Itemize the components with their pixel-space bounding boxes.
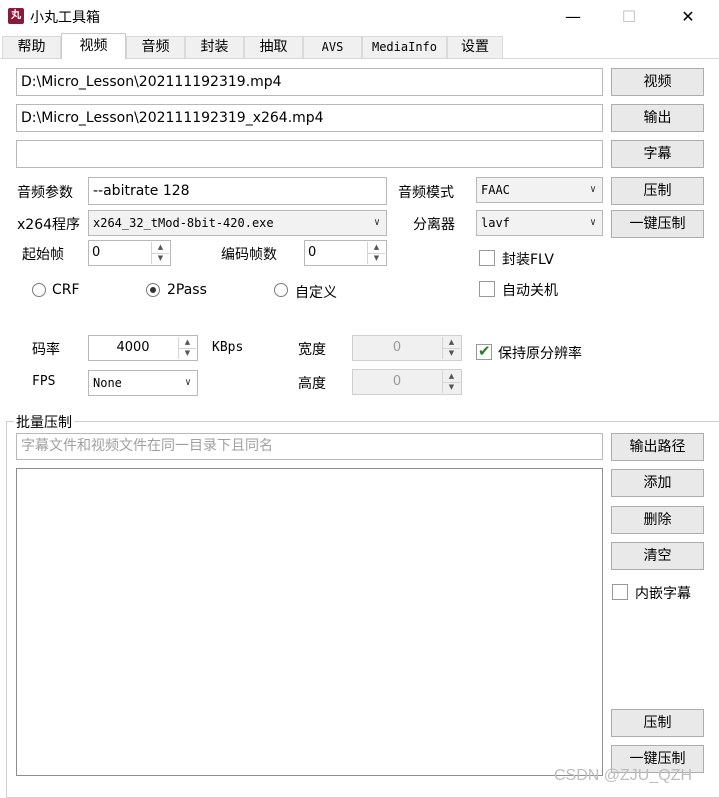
splitter-select[interactable]: lavf ∨ [476, 210, 603, 236]
frame-count-label: 编码帧数 [221, 247, 277, 263]
tab-avs[interactable]: AVS [303, 36, 362, 58]
audio-params-label: 音频参数 [17, 185, 73, 201]
window-title: 小丸工具箱 [30, 10, 100, 26]
clear-button[interactable]: 清空 [611, 542, 704, 570]
video-button[interactable]: 视频 [611, 68, 704, 96]
2pass-label: 2Pass [167, 282, 207, 298]
fps-value: None [93, 376, 122, 390]
batch-group-title: 批量压制 [14, 412, 74, 432]
add-button[interactable]: 添加 [611, 469, 704, 497]
output-path-button[interactable]: 输出路径 [611, 433, 704, 461]
splitter-value: lavf [481, 216, 510, 230]
flv-label: 封装FLV [502, 252, 554, 268]
subtitle-button[interactable]: 字幕 [611, 140, 704, 168]
output-path-input[interactable]: D:\Micro_Lesson\202111192319_x264.mp4 [16, 104, 603, 132]
frame-count-spinner[interactable]: 0 ▲ ▼ [304, 240, 387, 266]
audio-mode-select[interactable]: FAAC ∨ [476, 177, 603, 203]
output-button[interactable]: 输出 [611, 104, 704, 132]
minimize-icon[interactable]: — [550, 0, 596, 33]
bitrate-value: 4000 [116, 340, 150, 355]
bitrate-spinner[interactable]: 4000 ▲ ▼ [88, 335, 198, 361]
audio-mode-value: FAAC [481, 183, 510, 197]
height-label: 高度 [298, 376, 326, 392]
batch-compress-button[interactable]: 压制 [611, 709, 704, 737]
spin-down-icon[interactable]: ▼ [152, 253, 169, 264]
chevron-down-icon: ∨ [589, 184, 596, 195]
tab-mux[interactable]: 封装 [185, 36, 244, 58]
bitrate-unit-label: KBps [212, 340, 244, 355]
close-icon[interactable]: ✕ [665, 0, 711, 33]
keep-resolution-checkbox[interactable] [476, 342, 492, 360]
auto-shutdown-label: 自动关机 [502, 283, 558, 299]
spin-down-icon[interactable]: ▼ [368, 253, 385, 264]
splitter-label: 分离器 [413, 217, 455, 233]
tab-mediainfo[interactable]: MediaInfo [362, 36, 447, 58]
start-frame-value: 0 [92, 245, 101, 260]
bitrate-label: 码率 [32, 342, 60, 358]
crf-label: CRF [52, 282, 80, 298]
chevron-down-icon: ∨ [373, 217, 380, 228]
tab-settings[interactable]: 设置 [447, 36, 503, 58]
audio-mode-label: 音频模式 [398, 185, 454, 201]
height-spinner[interactable]: 0 ▲ ▼ [352, 369, 462, 395]
delete-button[interactable]: 删除 [611, 506, 704, 534]
width-spinner[interactable]: 0 ▲ ▼ [352, 335, 462, 361]
keep-resolution-label: 保持原分辨率 [498, 346, 582, 362]
compress-button[interactable]: 压制 [611, 177, 704, 205]
custom-label: 自定义 [295, 285, 337, 301]
width-value: 0 [392, 340, 402, 355]
audio-params-input[interactable]: --abitrate 128 [88, 177, 387, 205]
auto-shutdown-checkbox[interactable] [479, 281, 495, 297]
watermark: CSDN @ZJU_QZH [554, 767, 693, 784]
spin-down-icon[interactable]: ▼ [443, 348, 460, 359]
embed-subtitle-label: 内嵌字幕 [635, 586, 691, 602]
start-frame-spinner[interactable]: 0 ▲ ▼ [88, 240, 171, 266]
chevron-down-icon: ∨ [184, 377, 191, 388]
batch-output-path-input[interactable]: 字幕文件和视频文件在同一目录下且同名 [16, 433, 603, 460]
one-click-compress-button[interactable]: 一键压制 [611, 210, 704, 238]
fps-select[interactable]: None ∨ [88, 370, 198, 396]
x264-label: x264程序 [17, 217, 81, 233]
height-value: 0 [392, 374, 402, 389]
tab-video[interactable]: 视频 [61, 33, 126, 59]
2pass-radio[interactable] [146, 283, 160, 297]
title-bar: 丸 小丸工具箱 — ☐ ✕ [0, 0, 719, 34]
tab-help[interactable]: 帮助 [2, 36, 61, 58]
app-icon: 丸 [8, 8, 24, 24]
start-frame-label: 起始帧 [22, 247, 64, 263]
crf-radio[interactable] [32, 283, 46, 297]
width-label: 宽度 [298, 342, 326, 358]
tab-extract[interactable]: 抽取 [244, 36, 303, 58]
tab-audio[interactable]: 音频 [126, 36, 185, 58]
maximize-icon[interactable]: ☐ [606, 0, 652, 33]
fps-label: FPS [32, 374, 56, 389]
video-path-input[interactable]: D:\Micro_Lesson\202111192319.mp4 [16, 68, 603, 96]
x264-program-value: x264_32_tMod-8bit-420.exe [93, 216, 274, 230]
custom-radio[interactable] [274, 283, 288, 297]
subtitle-path-input[interactable] [16, 140, 603, 168]
frame-count-value: 0 [308, 245, 317, 260]
spin-down-icon[interactable]: ▼ [179, 348, 196, 359]
x264-program-select[interactable]: x264_32_tMod-8bit-420.exe ∨ [88, 210, 387, 236]
spin-down-icon[interactable]: ▼ [443, 382, 460, 393]
chevron-down-icon: ∨ [589, 217, 596, 228]
embed-subtitle-checkbox[interactable] [612, 584, 628, 600]
flv-checkbox[interactable] [479, 250, 495, 266]
batch-file-list[interactable] [16, 468, 603, 776]
